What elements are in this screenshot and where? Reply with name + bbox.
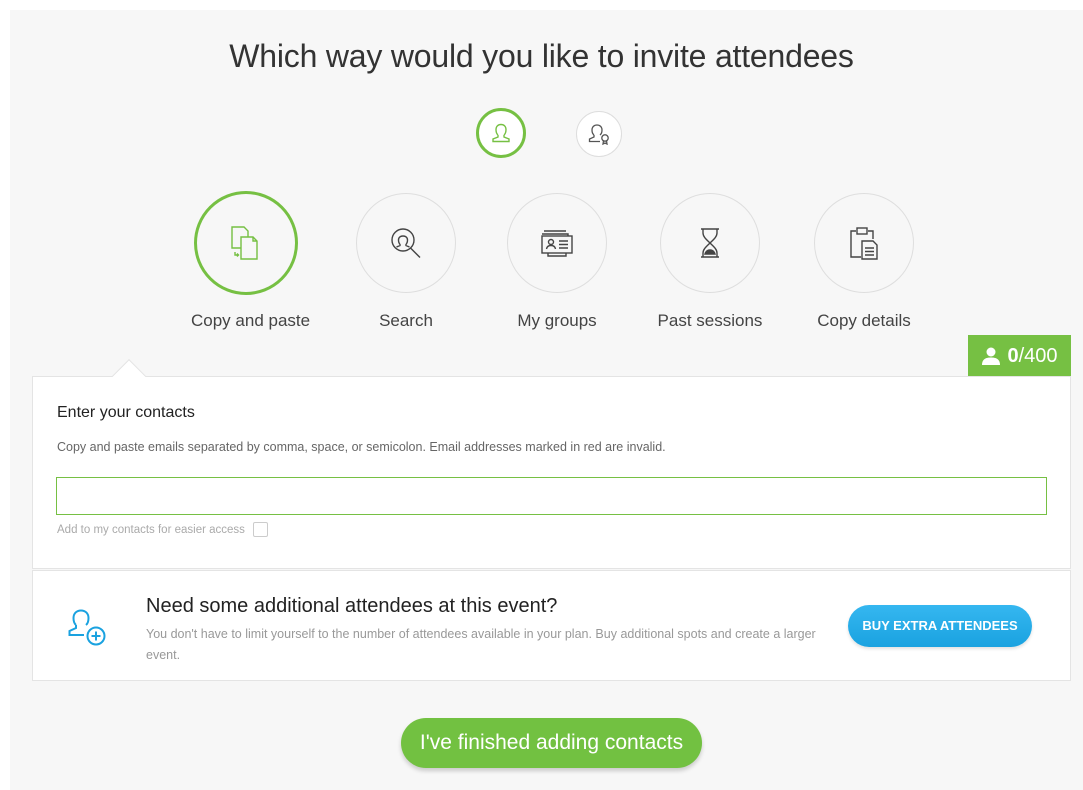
method-past-sessions[interactable]: Past sessions xyxy=(655,193,765,331)
method-label: Copy details xyxy=(817,311,911,330)
method-label: Search xyxy=(379,311,433,330)
method-copy-paste[interactable]: Copy and paste xyxy=(191,191,311,331)
buy-extra-attendees-button[interactable]: BUY EXTRA ATTENDEES xyxy=(848,605,1032,647)
attendee-with-badge-icon xyxy=(588,124,609,145)
add-attendee-icon xyxy=(68,609,106,646)
search-person-icon xyxy=(391,228,421,258)
person-icon xyxy=(982,347,1001,365)
method-label: Copy and paste xyxy=(191,311,311,330)
attendee-limit: /400 xyxy=(1018,344,1058,367)
single-attendee-button[interactable] xyxy=(476,108,526,158)
method-copy-details-circle[interactable] xyxy=(814,193,914,293)
single-attendee-icon xyxy=(492,123,510,143)
method-search-circle[interactable] xyxy=(356,193,456,293)
attendee-mode-toggle xyxy=(0,108,1083,160)
method-search[interactable]: Search xyxy=(351,193,461,331)
contacts-help-text: Copy and paste emails separated by comma… xyxy=(57,440,666,454)
method-my-groups-circle[interactable] xyxy=(507,193,607,293)
method-my-groups[interactable]: My groups xyxy=(502,193,612,331)
contacts-email-input[interactable] xyxy=(56,477,1047,515)
method-copy-details[interactable]: Copy details xyxy=(809,193,919,331)
clipboard-icon xyxy=(850,227,878,260)
extra-attendees-box: Need some additional attendees at this e… xyxy=(32,570,1071,681)
attendee-count: 0 xyxy=(1007,344,1019,367)
extra-attendees-title: Need some additional attendees at this e… xyxy=(146,595,558,617)
method-label: Past sessions xyxy=(657,311,763,330)
add-to-contacts-label: Add to my contacts for easier access xyxy=(57,523,245,536)
attendee-counter: 0/400 xyxy=(968,335,1071,377)
page-title: Which way would you like to invite atten… xyxy=(229,38,854,74)
groups-icon xyxy=(541,230,573,257)
contacts-title: Enter your contacts xyxy=(57,404,195,421)
extra-attendees-text: You don't have to limit yourself to the … xyxy=(146,627,816,662)
attendee-badge-button[interactable] xyxy=(576,111,622,157)
hourglass-icon xyxy=(701,228,719,258)
add-to-contacts-checkbox[interactable] xyxy=(252,522,268,537)
method-label: My groups xyxy=(517,311,597,330)
method-copy-paste-circle[interactable] xyxy=(194,191,298,295)
add-to-contacts-row: Add to my contacts for easier access xyxy=(57,522,268,537)
contacts-box: Enter your contacts Copy and paste email… xyxy=(32,376,1071,569)
copy-paste-icon xyxy=(231,226,258,260)
finish-adding-contacts-button[interactable]: I've finished adding contacts xyxy=(401,718,702,768)
method-past-sessions-circle[interactable] xyxy=(660,193,760,293)
